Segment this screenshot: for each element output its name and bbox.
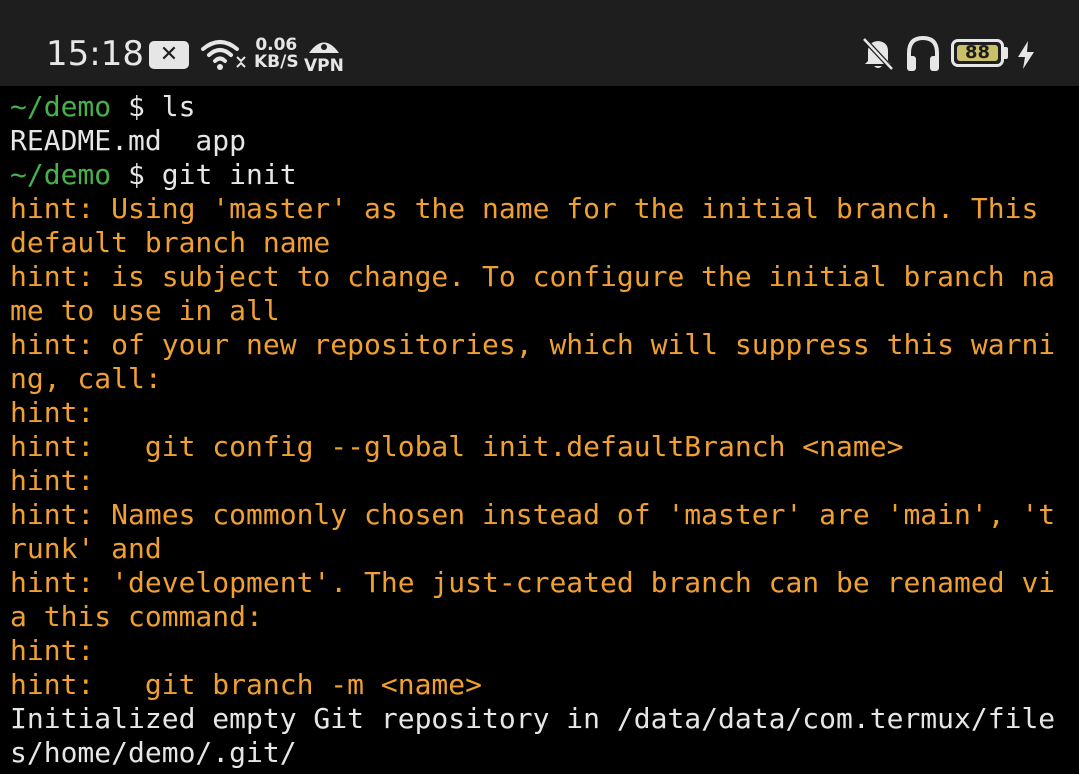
headphones-icon [904, 34, 942, 78]
network-speed-unit: KB/S [254, 52, 299, 72]
hint-line: hint: of your new repositories, which wi… [10, 328, 1055, 362]
output-line: README.md app [10, 124, 1055, 158]
hint-line: hint: 'development'. The just-created br… [10, 566, 1055, 600]
close-box-icon: ✕ [149, 41, 189, 69]
hint-text: a this command: [10, 600, 263, 633]
battery-level: 88 [964, 42, 991, 63]
hint-line: runk' and [10, 532, 1055, 566]
hint-text: default branch name [10, 226, 331, 259]
hint-line: hint: git config --global init.defaultBr… [10, 430, 1055, 464]
vpn-indicator: VPN [304, 36, 344, 75]
prompt-symbol: $ [111, 158, 162, 191]
hint-text: hint: of your new repositories, which wi… [10, 328, 1056, 361]
hint-text: me to use in all [10, 294, 280, 327]
hint-line: hint: Using 'master' as the name for the… [10, 192, 1055, 226]
hint-text: hint: git branch -m <name> [10, 668, 483, 701]
hint-line: a this command: [10, 600, 1055, 634]
status-time: 15:18 [46, 34, 144, 74]
status-bar: 15:18 ✕ 0.06 KB/S VPN 88 [0, 0, 1079, 86]
battery-cap [1004, 47, 1008, 59]
hint-line: hint: [10, 464, 1055, 498]
vpn-label: VPN [304, 56, 344, 76]
terminal-output[interactable]: ~/demo $ ls README.md app ~/demo $ git ini… [0, 86, 1079, 774]
hint-line: hint: is subject to change. To configure… [10, 260, 1055, 294]
hint-line: me to use in all [10, 294, 1055, 328]
prompt-symbol: $ [111, 90, 162, 123]
hint-text: hint: [10, 634, 95, 667]
output-line: s/home/demo/.git/ [10, 736, 1055, 770]
hint-line: hint: [10, 396, 1055, 430]
prompt-line: ~/demo $ git init [10, 158, 1055, 192]
prompt-path: ~/demo [10, 90, 112, 123]
terminal-lines: ~/demo $ ls README.md app ~/demo $ git ini… [10, 90, 1055, 770]
output-text: s/home/demo/.git/ [10, 736, 297, 769]
hint-line: hint: Names commonly chosen instead of '… [10, 498, 1055, 532]
hint-text: hint: is subject to change. To configure… [10, 260, 1056, 293]
prompt-line: ~/demo $ ls [10, 90, 1055, 124]
hint-line: ng, call: [10, 362, 1055, 396]
mute-icon [862, 37, 894, 75]
prompt-command: ls [161, 90, 196, 123]
charging-bolt-icon [1015, 40, 1037, 74]
hint-text: hint: [10, 396, 95, 429]
hint-text: hint: Names commonly chosen instead of '… [10, 498, 1056, 531]
hint-line: hint: git branch -m <name> [10, 668, 1055, 702]
output-text: README.md app [10, 124, 247, 157]
hint-text: hint: [10, 464, 95, 497]
vpn-key-icon [308, 42, 339, 53]
hint-line: hint: [10, 634, 1055, 668]
hint-text: runk' and [10, 532, 162, 565]
hint-text: hint: Using 'master' as the name for the… [10, 192, 1039, 225]
prompt-path: ~/demo [10, 158, 112, 191]
output-line: Initialized empty Git repository in /dat… [10, 702, 1055, 736]
output-text: Initialized empty Git repository in /dat… [10, 702, 1056, 735]
hint-text: hint: 'development'. The just-created br… [10, 566, 1056, 599]
hint-line: default branch name [10, 226, 1055, 260]
hint-text: ng, call: [10, 362, 162, 395]
wifi-icon [200, 37, 246, 75]
network-speed: 0.06 KB/S [254, 37, 299, 71]
prompt-command: git init [161, 158, 297, 191]
hint-text: hint: git config --global init.defaultBr… [10, 430, 904, 463]
battery-icon: 88 [951, 39, 1004, 67]
